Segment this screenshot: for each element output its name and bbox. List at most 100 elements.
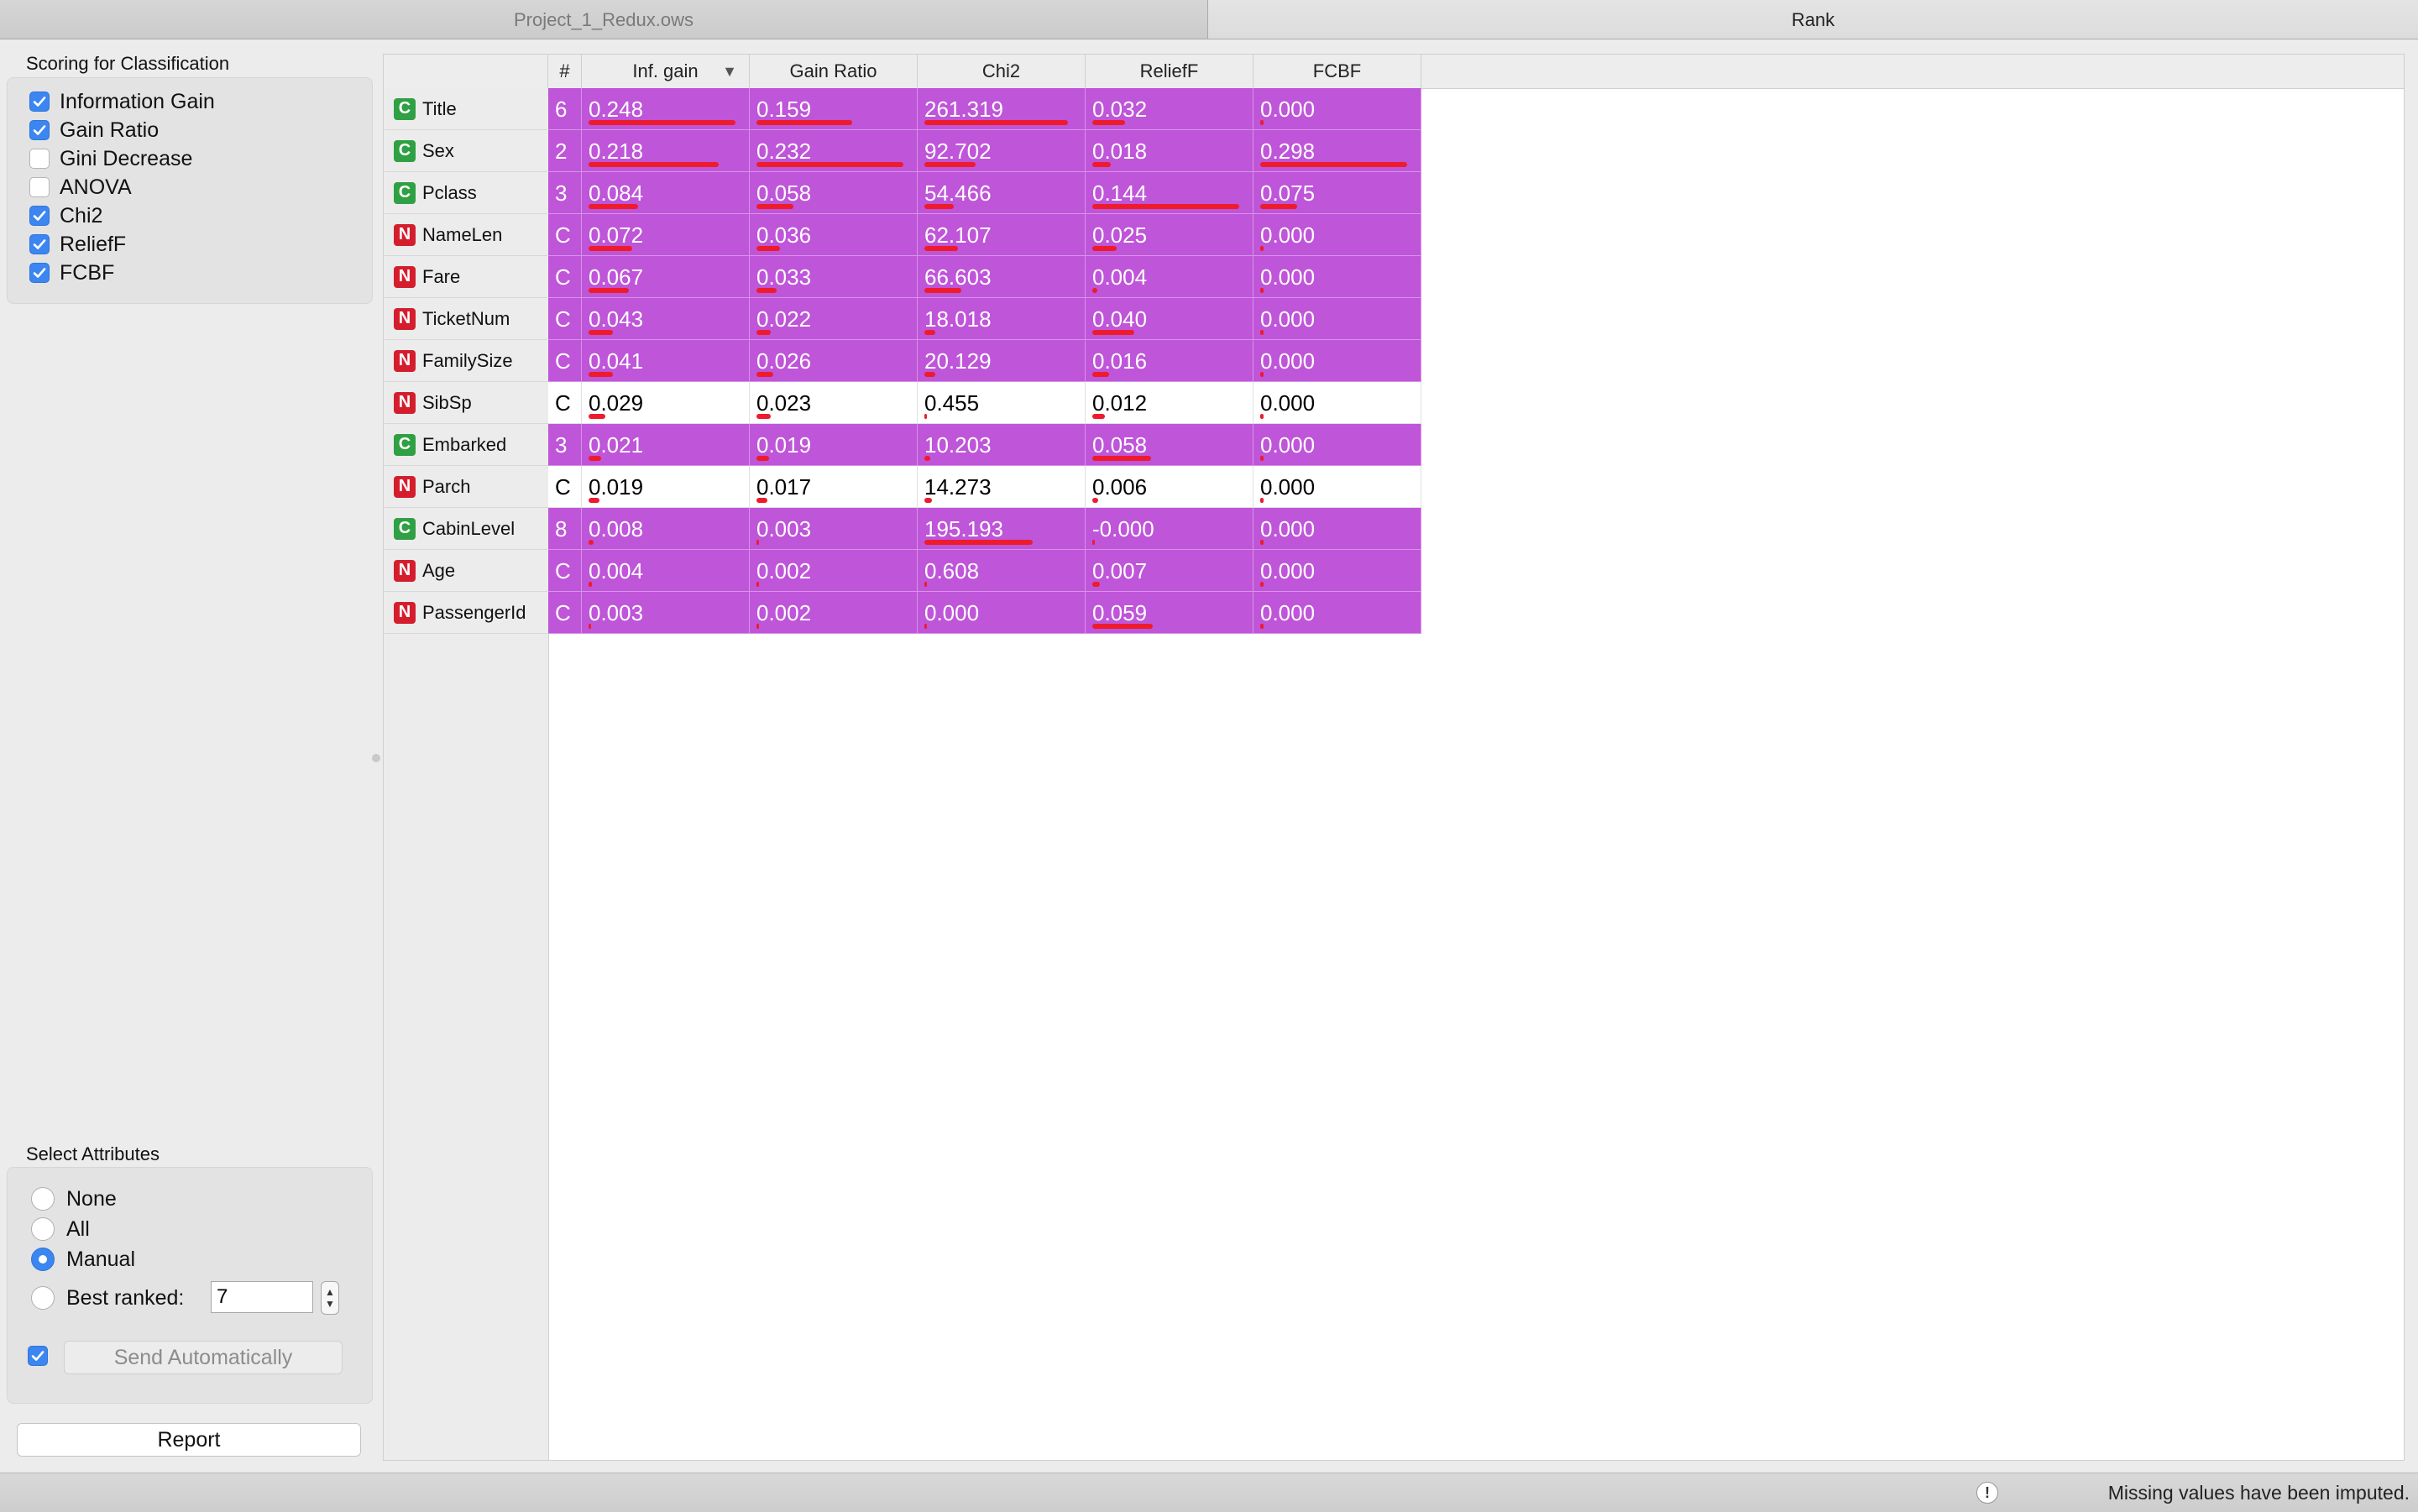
row-header[interactable]: N NameLen — [384, 214, 548, 256]
tab-rank[interactable]: Rank — [1208, 0, 2418, 39]
value-count-cell: C — [548, 340, 582, 382]
column-header[interactable]: Chi2 — [918, 55, 1086, 88]
row-header[interactable]: N FamilySize — [384, 340, 548, 382]
tab-project[interactable]: Project_1_Redux.ows — [0, 0, 1208, 39]
report-button[interactable]: Report — [17, 1423, 361, 1457]
column-header-label: Chi2 — [981, 60, 1021, 81]
score-bar — [756, 204, 793, 209]
score-bar — [589, 204, 638, 209]
score-value: 0.000 — [1260, 558, 1316, 583]
send-automatically-button[interactable]: Send Automatically — [64, 1341, 343, 1374]
score-value: 0.232 — [756, 139, 812, 164]
best-ranked-stepper[interactable]: ▲ ▼ — [321, 1281, 339, 1315]
row-header[interactable]: C Sex — [384, 130, 548, 172]
score-bar — [756, 582, 759, 587]
row-header[interactable]: N SibSp — [384, 382, 548, 424]
table-row[interactable]: N SibSp C 0.029 0.023 0.455 0.012 0.000 — [384, 382, 1423, 424]
checkbox-fcbf[interactable]: FCBF — [29, 259, 114, 286]
score-bar — [1092, 330, 1134, 335]
radio-icon[interactable] — [31, 1248, 55, 1271]
chevron-down-icon[interactable]: ▼ — [325, 1298, 335, 1310]
score-bar — [1260, 540, 1264, 545]
score-cell: 0.000 — [1253, 508, 1421, 550]
score-bar — [1260, 330, 1264, 335]
score-cell: 0.002 — [750, 592, 918, 634]
row-header[interactable]: N PassengerId — [384, 592, 548, 634]
checkbox-icon[interactable] — [29, 177, 50, 197]
rank-table: # Inf. gain ▼ Gain Ratio Chi2 ReliefF FCBF C Ti… — [383, 54, 2405, 1461]
score-value: 0.017 — [756, 474, 812, 500]
row-header[interactable]: N Parch — [384, 466, 548, 508]
radio-none[interactable]: None — [31, 1185, 117, 1213]
table-row[interactable]: C Title 6 0.248 0.159 261.319 0.032 0.000 — [384, 88, 1423, 130]
checkbox-icon[interactable] — [29, 92, 50, 112]
score-cell: 0.218 — [582, 130, 750, 172]
column-header[interactable]: Inf. gain ▼ — [582, 55, 750, 88]
checkbox-information-gain[interactable]: Information Gain — [29, 88, 215, 115]
score-cell: 0.018 — [1086, 130, 1253, 172]
checkbox-label: Gain Ratio — [60, 118, 160, 142]
checkbox-icon[interactable] — [28, 1346, 48, 1366]
attribute-name: Age — [422, 559, 456, 581]
checkbox-icon[interactable] — [29, 120, 50, 140]
checkbox-relieff[interactable]: ReliefF — [29, 231, 126, 258]
checkbox-chi2[interactable]: Chi2 — [29, 202, 102, 229]
table-row[interactable]: N FamilySize C 0.041 0.026 20.129 0.016 0.000 — [384, 340, 1423, 382]
radio-manual[interactable]: Manual — [31, 1245, 135, 1274]
column-header[interactable]: # — [548, 55, 582, 88]
column-header[interactable]: Gain Ratio — [750, 55, 918, 88]
score-value: 0.003 — [589, 600, 644, 625]
checkbox-icon[interactable] — [29, 263, 50, 283]
score-value: 0.019 — [756, 432, 812, 458]
table-row[interactable]: C Pclass 3 0.084 0.058 54.466 0.144 0.075 — [384, 172, 1423, 214]
checkbox-icon[interactable] — [29, 234, 50, 254]
row-header[interactable]: N Age — [384, 550, 548, 592]
score-cell: 0.072 — [582, 214, 750, 256]
score-cell: 18.018 — [918, 298, 1086, 340]
score-cell: 0.067 — [582, 256, 750, 298]
radio-best-ranked[interactable]: Best ranked: — [31, 1284, 184, 1312]
table-row[interactable]: N Age C 0.004 0.002 0.608 0.007 0.000 — [384, 550, 1423, 592]
sort-descending-icon: ▼ — [722, 63, 737, 80]
table-row[interactable]: N Parch C 0.019 0.017 14.273 0.006 0.000 — [384, 466, 1423, 508]
score-cell: 0.000 — [1253, 256, 1421, 298]
checkbox-icon[interactable] — [29, 206, 50, 226]
table-row[interactable]: C CabinLevel 8 0.008 0.003 195.193 -0.000 0.000 — [384, 508, 1423, 550]
radio-icon[interactable] — [31, 1187, 55, 1211]
categorical-icon: C — [394, 181, 416, 204]
checkbox-anova[interactable]: ANOVA — [29, 174, 132, 201]
score-cell: 0.022 — [750, 298, 918, 340]
radio-all[interactable]: All — [31, 1215, 90, 1243]
chevron-up-icon[interactable]: ▲ — [325, 1286, 335, 1298]
row-header[interactable]: C Pclass — [384, 172, 548, 214]
score-cell: 0.000 — [1253, 340, 1421, 382]
checkbox-icon[interactable] — [29, 149, 50, 169]
row-header[interactable]: N TicketNum — [384, 298, 548, 340]
best-ranked-input[interactable] — [211, 1281, 313, 1313]
radio-icon[interactable] — [31, 1286, 55, 1310]
checkbox-gini-decrease[interactable]: Gini Decrease — [29, 145, 192, 172]
table-row[interactable]: N Fare C 0.067 0.033 66.603 0.004 0.000 — [384, 256, 1423, 298]
row-header[interactable]: N Fare — [384, 256, 548, 298]
score-bar — [1092, 162, 1111, 167]
score-cell: 0.000 — [1253, 592, 1421, 634]
score-bar — [756, 288, 777, 293]
row-header[interactable]: C CabinLevel — [384, 508, 548, 550]
splitter-handle[interactable] — [372, 754, 380, 762]
radio-icon[interactable] — [31, 1217, 55, 1241]
table-row[interactable]: C Sex 2 0.218 0.232 92.702 0.018 0.298 — [384, 130, 1423, 172]
send-automatically-checkbox[interactable] — [28, 1342, 58, 1369]
row-header[interactable]: C Embarked — [384, 424, 548, 466]
table-row[interactable]: C Embarked 3 0.021 0.019 10.203 0.058 0.000 — [384, 424, 1423, 466]
row-header[interactable]: C Title — [384, 88, 548, 130]
table-row[interactable]: N TicketNum C 0.043 0.022 18.018 0.040 0.000 — [384, 298, 1423, 340]
score-value: 18.018 — [924, 306, 992, 332]
table-row[interactable]: N PassengerId C 0.003 0.002 0.000 0.059 0.000 — [384, 592, 1423, 634]
column-header[interactable]: FCBF — [1253, 55, 1421, 88]
score-bar — [924, 204, 954, 209]
score-bar — [1260, 624, 1264, 629]
column-header[interactable]: ReliefF — [1086, 55, 1253, 88]
table-row[interactable]: N NameLen C 0.072 0.036 62.107 0.025 0.000 — [384, 214, 1423, 256]
checkbox-gain-ratio[interactable]: Gain Ratio — [29, 117, 159, 144]
score-cell: 0.007 — [1086, 550, 1253, 592]
